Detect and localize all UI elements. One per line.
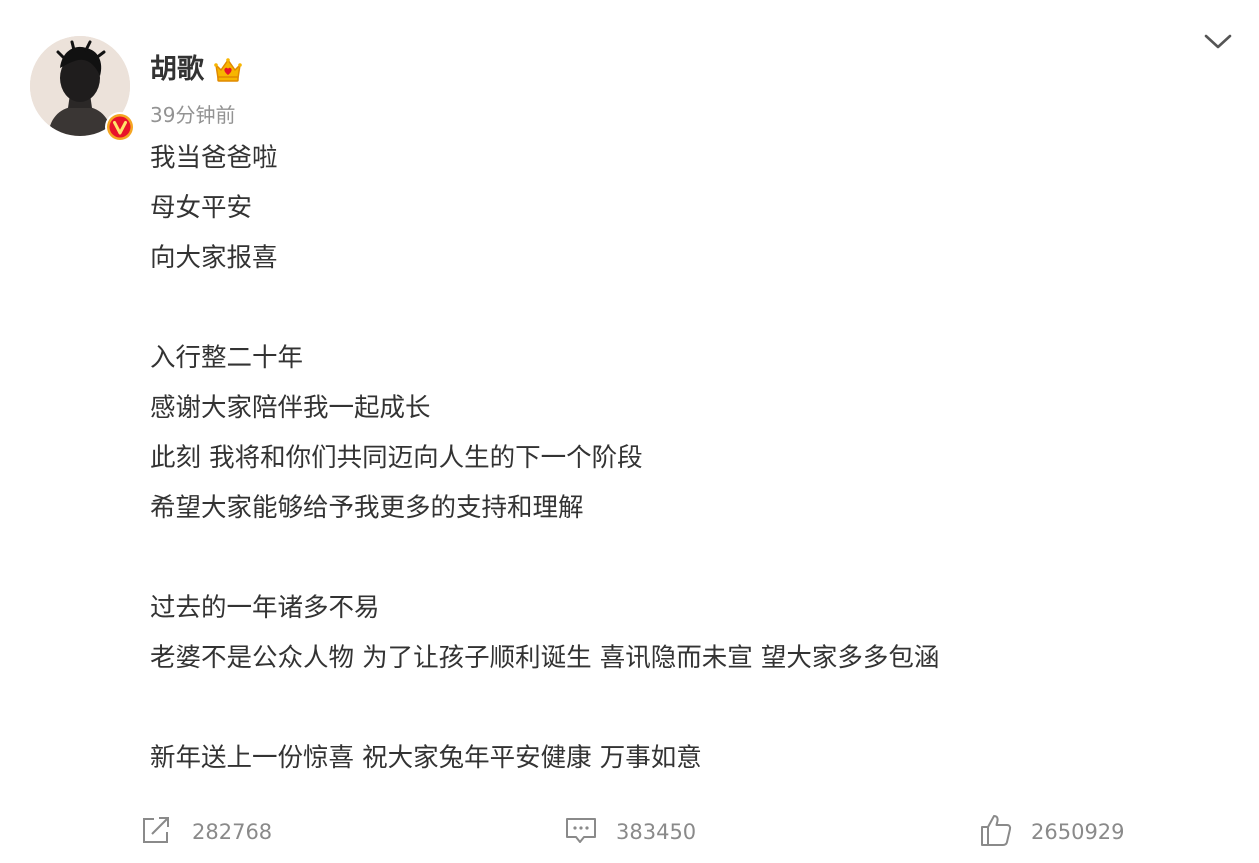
- share-button[interactable]: 282768: [138, 810, 272, 854]
- share-count: 282768: [192, 820, 273, 844]
- like-count: 2650929: [1031, 820, 1125, 844]
- post-line: [150, 283, 1200, 333]
- post-line: 感谢大家陪伴我一起成长: [150, 393, 431, 423]
- post-line: 老婆不是公众人物 为了让孩子顺利诞生 喜讯隐而未宣 望大家多多包涵: [150, 643, 940, 673]
- post-body: 我当爸爸啦 母女平安 向大家报喜 入行整二十年 感谢大家陪伴我一起成长 此刻 我…: [150, 133, 1200, 783]
- comment-icon: [564, 812, 598, 852]
- post-line: 新年送上一份惊喜 祝大家兔年平安健康 万事如意: [150, 743, 702, 773]
- user-name[interactable]: 胡歌: [150, 50, 204, 90]
- post-line: 入行整二十年: [150, 343, 304, 373]
- verified-v-icon: [104, 111, 136, 143]
- like-button[interactable]: 2650929: [979, 810, 1125, 854]
- post-line: [150, 683, 1200, 733]
- post-time[interactable]: 39分钟前: [150, 100, 235, 130]
- post-line: [150, 533, 1200, 583]
- post-line: 此刻 我将和你们共同迈向人生的下一个阶段: [150, 443, 643, 473]
- post-line: 过去的一年诸多不易: [150, 593, 380, 623]
- thumbs-up-icon: [979, 812, 1013, 852]
- comment-count: 383450: [616, 820, 697, 844]
- chevron-down-icon[interactable]: [1201, 28, 1235, 56]
- post-line: 向大家报喜: [150, 243, 278, 273]
- post-line: 希望大家能够给予我更多的支持和理解: [150, 493, 584, 523]
- share-icon: [138, 812, 174, 852]
- comment-button[interactable]: 383450: [564, 810, 696, 854]
- crown-badge-icon[interactable]: [212, 54, 244, 86]
- post-line: 我当爸爸啦: [150, 143, 278, 173]
- post-line: 母女平安: [150, 193, 253, 223]
